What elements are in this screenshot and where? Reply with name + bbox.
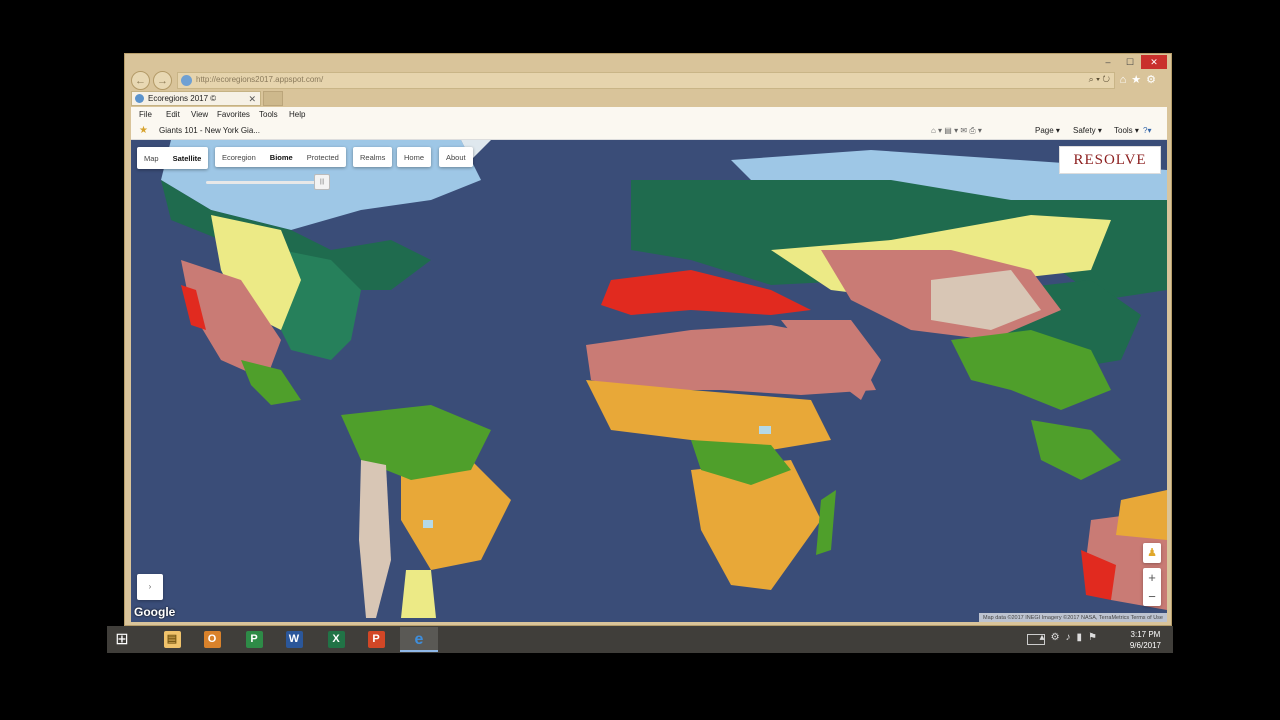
excel-icon: X [327, 631, 345, 648]
world-biome-map [131, 140, 1167, 622]
realms-button[interactable]: Realms [353, 147, 393, 167]
taskbar-file-explorer[interactable]: ▤ [153, 627, 191, 652]
taskbar-outlook[interactable]: O [193, 627, 231, 652]
system-tray-icons[interactable]: ▴⚙♪▮⚑ [1040, 632, 1103, 643]
realms-label: Realms [360, 152, 386, 162]
about-button[interactable]: About [439, 147, 473, 167]
pampas-grassland [401, 570, 436, 618]
word-icon: W [285, 631, 303, 648]
safety-menu[interactable]: Safety ▾ [1073, 126, 1102, 135]
map-type-map[interactable]: Map [137, 154, 166, 163]
taskbar-powerpoint[interactable]: P [357, 627, 395, 652]
tab-close-icon[interactable]: ✕ [248, 92, 256, 106]
tab-ecoregions[interactable]: Ecoregions 2017 © ✕ [131, 91, 261, 106]
back-icon[interactable]: ← [131, 71, 150, 90]
new-tab-button[interactable] [263, 91, 283, 106]
help-icon[interactable]: ?▾ [1143, 126, 1151, 135]
layer-control: Ecoregion Biome Protected [215, 147, 346, 167]
project-icon: P [245, 631, 263, 648]
file-explorer-icon: ▤ [163, 631, 181, 648]
map-attribution[interactable]: Map data ©2017 INEGI Imagery ©2017 NASA,… [978, 613, 1167, 622]
page-icon [181, 75, 192, 86]
address-bar[interactable]: http://ecoregions2017.appspot.com/ ⌕ ▾ ↻ [177, 72, 1115, 89]
home-favorites-settings-icon[interactable]: ⌂★⚙ [1120, 73, 1161, 86]
home-label: Home [404, 152, 425, 162]
window-controls: – ☐ ✕ [1097, 55, 1167, 69]
taskbar-internet-explorer[interactable]: e [400, 627, 438, 652]
map-type-control: Map Satellite [137, 147, 209, 169]
favorites-bar: ★ Giants 101 - New York Gia... ⌂ ▾ ▤ ▾ ✉… [131, 123, 1167, 140]
pegman-icon[interactable]: ♟ [1143, 543, 1161, 563]
internet-explorer-icon: e [414, 631, 424, 648]
address-text[interactable]: http://ecoregions2017.appspot.com/ [196, 75, 323, 84]
taskbar-word[interactable]: W [275, 627, 313, 652]
home-feeds-mail-print-icon[interactable]: ⌂ ▾ ▤ ▾ ✉ ⎙ ▾ [931, 126, 982, 136]
zoom-out-button[interactable]: − [1143, 587, 1161, 606]
opacity-slider[interactable]: ||| [206, 174, 330, 190]
favorites-star-icon[interactable]: ★ [139, 125, 148, 136]
layer-ecoregion[interactable]: Ecoregion [215, 153, 263, 162]
menu-file[interactable]: File [139, 110, 152, 119]
tab-bar: Ecoregions 2017 © ✕ [131, 91, 1167, 107]
about-label: About [446, 152, 466, 162]
biome-map[interactable]: Map Satellite Ecoregion Biome Protected … [131, 140, 1167, 622]
taskbar-project[interactable]: P [235, 627, 273, 652]
taskbar: ⊞ ▤ O P W X P e ▴⚙♪▮⚑ 3:17 PM 9/6/2017 [107, 626, 1173, 653]
tools-menu[interactable]: Tools ▾ [1114, 126, 1139, 135]
map-type-satellite[interactable]: Satellite [166, 154, 209, 163]
clock-date: 9/6/2017 [1129, 641, 1161, 650]
zoom-in-button[interactable]: + [1143, 568, 1161, 587]
clock-time: 3:17 PM [1130, 630, 1161, 639]
address-row: ← → http://ecoregions2017.appspot.com/ ⌕… [131, 71, 1167, 91]
minimize-button[interactable]: – [1097, 55, 1119, 69]
tab-title: Ecoregions 2017 © [148, 94, 217, 103]
menu-favorites[interactable]: Favorites [217, 110, 250, 119]
google-logo: Google [134, 605, 176, 619]
powerpoint-icon: P [367, 631, 385, 648]
favorite-link[interactable]: Giants 101 - New York Gia... [159, 126, 260, 135]
page-menu[interactable]: Page ▾ [1035, 126, 1060, 135]
outlook-icon: O [203, 631, 221, 648]
layer-protected[interactable]: Protected [300, 153, 346, 162]
resolve-logo[interactable]: RESOLVE [1059, 146, 1161, 174]
menu-edit[interactable]: Edit [166, 110, 180, 119]
pantanal [423, 520, 433, 528]
taskbar-excel[interactable]: X [317, 627, 355, 652]
fullscreen-button[interactable]: › [137, 574, 163, 600]
forward-icon[interactable]: → [153, 71, 172, 90]
menu-tools[interactable]: Tools [259, 110, 278, 119]
browser-window: – ☐ ✕ ← → http://ecoregions2017.appspot.… [124, 53, 1172, 626]
home-button[interactable]: Home [397, 147, 432, 167]
menu-bar: File Edit View Favorites Tools Help [131, 107, 1167, 123]
lake-victoria [759, 426, 771, 434]
menu-help[interactable]: Help [289, 110, 305, 119]
opacity-slider-handle[interactable]: ||| [314, 174, 330, 190]
close-button[interactable]: ✕ [1141, 55, 1167, 69]
tab-favicon-icon [135, 94, 144, 103]
layer-biome[interactable]: Biome [263, 153, 300, 162]
maximize-button[interactable]: ☐ [1119, 55, 1141, 69]
windows-start-icon[interactable]: ⊞ [113, 631, 131, 649]
zoom-control: + − [1143, 568, 1161, 606]
menu-view[interactable]: View [191, 110, 208, 119]
search-refresh-icon[interactable]: ⌕ ▾ ↻ [1089, 74, 1110, 85]
clock[interactable]: 3:17 PM 9/6/2017 [1130, 629, 1161, 651]
